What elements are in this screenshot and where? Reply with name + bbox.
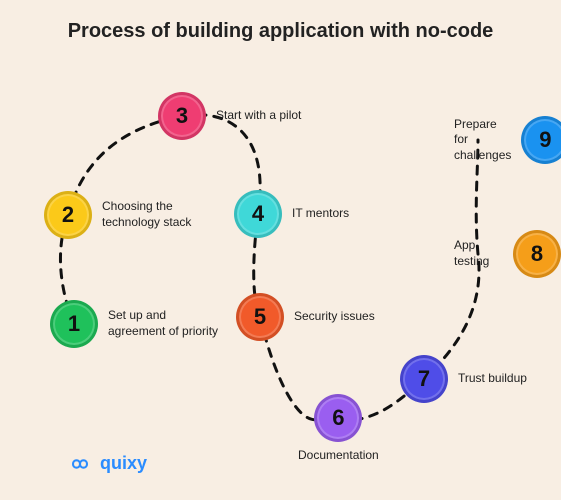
step-bubble-1: 1 [50,300,98,348]
step-bubble-4: 4 [234,190,282,238]
step-3: 3 Start with a pilot [158,92,301,140]
step-bubble-3: 3 [158,92,206,140]
step-label-4: IT mentors [292,206,349,222]
step-bubble-2: 2 [44,191,92,239]
step-label-6: Documentation [298,448,379,464]
step-label-7: Trust buildup [458,371,527,387]
brand-logo: quixy [66,453,147,474]
diagram-canvas: 1 Set up and agreement of priority 2 Choosi… [0,0,561,500]
step-bubble-9: 9 [521,116,561,164]
step-label-3: Start with a pilot [216,108,301,124]
step-label-5: Security issues [294,309,375,325]
step-label-1: Set up and agreement of priority [108,308,223,339]
step-label-9: Prepare for challenges [454,117,511,164]
step-6: 6 Documentation [298,394,379,464]
step-4: 4 IT mentors [234,190,349,238]
step-bubble-8: 8 [513,230,561,278]
step-bubble-6: 6 [314,394,362,442]
step-1: 1 Set up and agreement of priority [50,300,223,348]
brand-text: quixy [100,453,147,474]
step-8: 8 App testing [454,230,561,278]
step-label-2: Choosing the technology stack [102,199,217,230]
step-9: 9Prepare for challenges [454,116,561,164]
infinity-icon [66,455,94,473]
step-7: 7 Trust buildup [400,355,527,403]
step-5: 5 Security issues [236,293,375,341]
step-2: 2 Choosing the technology stack [44,191,217,239]
step-bubble-5: 5 [236,293,284,341]
step-label-8: App testing [454,238,503,269]
step-bubble-7: 7 [400,355,448,403]
